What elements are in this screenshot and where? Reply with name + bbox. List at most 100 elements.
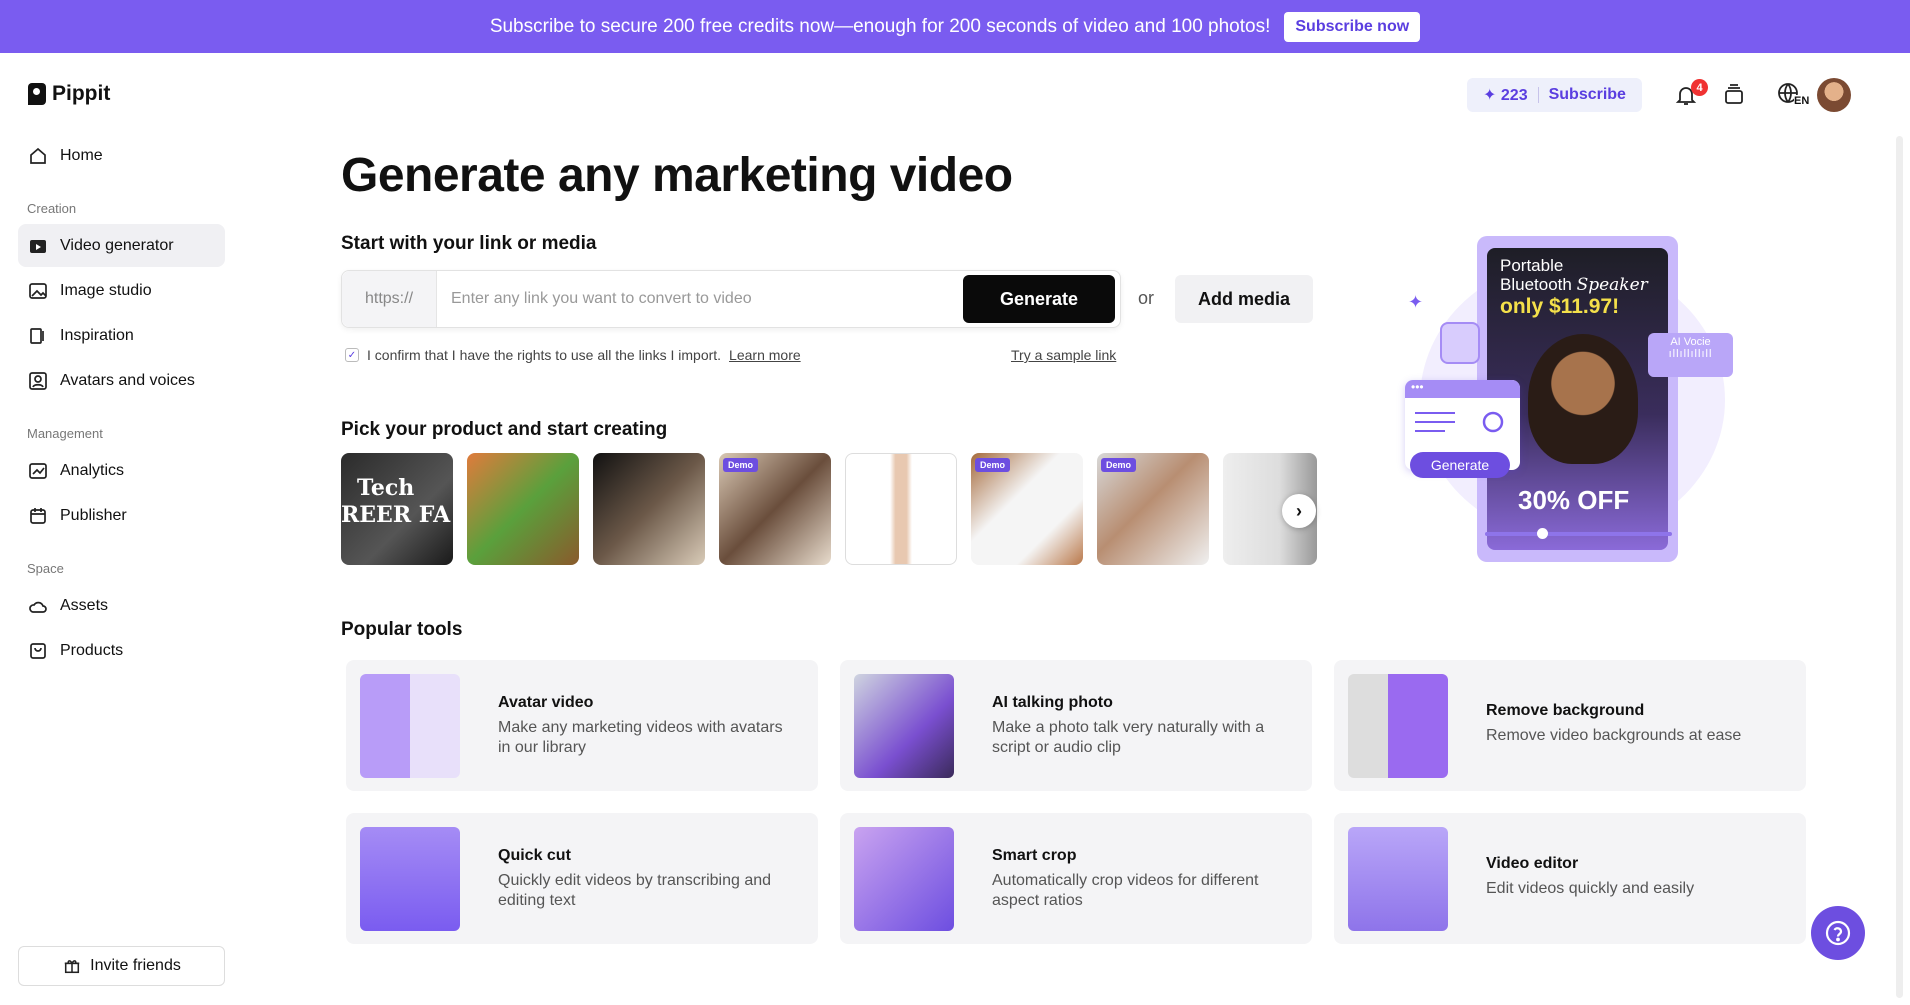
hero-generate-pill: Generate — [1410, 452, 1510, 478]
inspiration-icon — [28, 326, 48, 346]
tool-description: Quickly edit videos by transcribing and … — [498, 872, 772, 909]
tool-card-smart-crop[interactable]: Smart crop Automatically crop videos for … — [840, 813, 1312, 944]
tool-thumbnail — [854, 827, 954, 931]
hero-product-name: Portable Bluetooth Speaker only $11.97! — [1500, 256, 1648, 318]
ai-voice-label: AI Vocie — [1670, 336, 1711, 348]
link-input[interactable] — [437, 290, 963, 308]
sidebar-item-avatars-voices[interactable]: Avatars and voices — [18, 359, 225, 402]
calendar-icon — [28, 506, 48, 526]
thumbnail-text-line: REER FA — [341, 502, 451, 528]
tool-card-quick-cut[interactable]: Quick cut Quickly edit videos by transcri… — [346, 813, 818, 944]
avatar-icon — [28, 371, 48, 391]
product-bag-icon — [28, 641, 48, 661]
invite-friends-label: Invite friends — [90, 957, 181, 974]
sidebar-item-label: Avatars and voices — [60, 371, 195, 389]
thumbnail-text: Tech REER FA — [341, 475, 450, 529]
product-thumbnail[interactable]: Demo — [1097, 453, 1209, 565]
headphones-tile — [1440, 322, 1480, 364]
analytics-icon — [28, 461, 48, 481]
try-sample-link[interactable]: Try a sample link — [1011, 347, 1116, 363]
gift-icon — [62, 956, 82, 976]
banner-text: Subscribe to secure 200 free credits now… — [489, 15, 1271, 37]
tool-title: Remove background — [1486, 702, 1645, 719]
notification-count-badge: 4 — [1691, 79, 1708, 96]
hero-line-1: Portable — [1500, 256, 1564, 275]
help-button[interactable] — [1811, 906, 1865, 960]
sparkle-icon: ✦ — [1483, 87, 1497, 104]
tool-card-avatar-video[interactable]: Avatar video Make any marketing videos wi… — [346, 660, 818, 791]
sidebar-item-video-generator[interactable]: Video generator — [18, 224, 225, 267]
sidebar-item-label: Video generator — [60, 236, 174, 254]
scrollbar[interactable] — [1896, 136, 1903, 998]
hero-line-2: Bluetooth — [1500, 275, 1572, 294]
learn-more-link[interactable]: Learn more — [729, 347, 801, 363]
sidebar-item-label: Products — [60, 641, 124, 659]
tool-title: Smart crop — [992, 847, 1077, 864]
tool-card-video-editor[interactable]: Video editor Edit videos quickly and easi… — [1334, 813, 1806, 944]
chevron-right-icon[interactable]: › — [1282, 494, 1316, 528]
tool-title: Video editor — [1486, 855, 1579, 872]
add-media-button[interactable]: Add media — [1175, 275, 1313, 323]
tool-thumbnail — [360, 674, 460, 778]
credits-widget[interactable]: ✦ 223 Subscribe — [1467, 78, 1642, 112]
hero-person — [1528, 334, 1638, 464]
tool-thumbnail — [360, 827, 460, 931]
sidebar-item-label: Publisher — [60, 506, 127, 524]
thumbnail-text-line: Tech — [357, 475, 415, 501]
product-thumbnail[interactable]: Demo — [719, 453, 831, 565]
hero-illustration: Portable Bluetooth Speaker only $11.97! … — [1400, 230, 1745, 570]
confirm-text: I confirm that I have the rights to use … — [367, 347, 722, 363]
generate-button[interactable]: Generate — [963, 275, 1115, 323]
sidebar-item-assets[interactable]: Assets — [18, 584, 225, 627]
sidebar-item-image-studio[interactable]: Image studio — [18, 269, 225, 312]
subscribe-now-button[interactable]: Subscribe now — [1284, 11, 1421, 42]
tool-description: Automatically crop videos for different … — [992, 872, 1259, 909]
demo-badge: Demo — [1101, 458, 1137, 472]
app-name: Pippit — [52, 82, 111, 105]
confirm-checkbox[interactable]: ✓ — [345, 348, 359, 362]
credits-count: 223 — [1500, 87, 1528, 104]
home-icon — [28, 146, 48, 166]
product-thumbnail[interactable]: Demo — [971, 453, 1083, 565]
language-selector[interactable]: EN — [1771, 80, 1810, 110]
product-thumbnail[interactable] — [845, 453, 957, 565]
sidebar-item-home[interactable]: Home — [18, 134, 225, 177]
sidebar-item-label: Home — [60, 146, 103, 164]
app-logo[interactable]: Pippit — [28, 82, 110, 106]
demo-badge: Demo — [723, 458, 759, 472]
hero-progress-track — [1485, 532, 1672, 536]
tool-thumbnail — [1348, 827, 1448, 931]
divider — [1537, 87, 1539, 103]
cloud-icon — [28, 596, 48, 616]
sidebar-item-inspiration[interactable]: Inspiration — [18, 314, 225, 357]
product-thumbnail[interactable]: Tech REER FA — [341, 453, 453, 565]
product-section-title: Pick your product and start creating — [341, 419, 668, 440]
sidebar-section-space: Space — [27, 561, 64, 576]
sidebar-item-analytics[interactable]: Analytics — [18, 449, 225, 492]
user-avatar[interactable] — [1817, 78, 1851, 112]
promo-banner: Subscribe to secure 200 free credits now… — [0, 0, 1910, 53]
sidebar-section-management: Management — [27, 426, 103, 441]
layers-icon[interactable] — [1719, 80, 1749, 110]
tool-card-ai-talking-photo[interactable]: AI talking photo Make a photo talk very n… — [840, 660, 1312, 791]
product-thumbnail[interactable] — [593, 453, 705, 565]
tool-title: Quick cut — [498, 847, 571, 864]
hero-line-2-group: Bluetooth Speaker — [1500, 275, 1648, 295]
popular-tools-title: Popular tools — [341, 619, 463, 640]
product-thumbnail[interactable] — [467, 453, 579, 565]
tool-description: Make any marketing videos with avatars i… — [498, 719, 783, 756]
sidebar-item-publisher[interactable]: Publisher — [18, 494, 225, 537]
sidebar-item-label: Inspiration — [60, 326, 134, 344]
tool-title: AI talking photo — [992, 694, 1113, 711]
sidebar-item-label: Assets — [60, 596, 109, 614]
sidebar-item-products[interactable]: Products — [18, 629, 225, 672]
demo-badge: Demo — [975, 458, 1011, 472]
hero-discount: 30% OFF — [1518, 485, 1630, 515]
tool-card-remove-background[interactable]: Remove background Remove video background… — [1334, 660, 1806, 791]
image-icon — [28, 281, 48, 301]
subscribe-link[interactable]: Subscribe — [1549, 86, 1626, 104]
hero-price: only $11.97! — [1500, 295, 1620, 318]
invite-friends-button[interactable]: Invite friends — [18, 946, 225, 986]
rights-confirmation: ✓ I confirm that I have the rights to us… — [345, 347, 801, 363]
input-section-title: Start with your link or media — [341, 233, 597, 254]
